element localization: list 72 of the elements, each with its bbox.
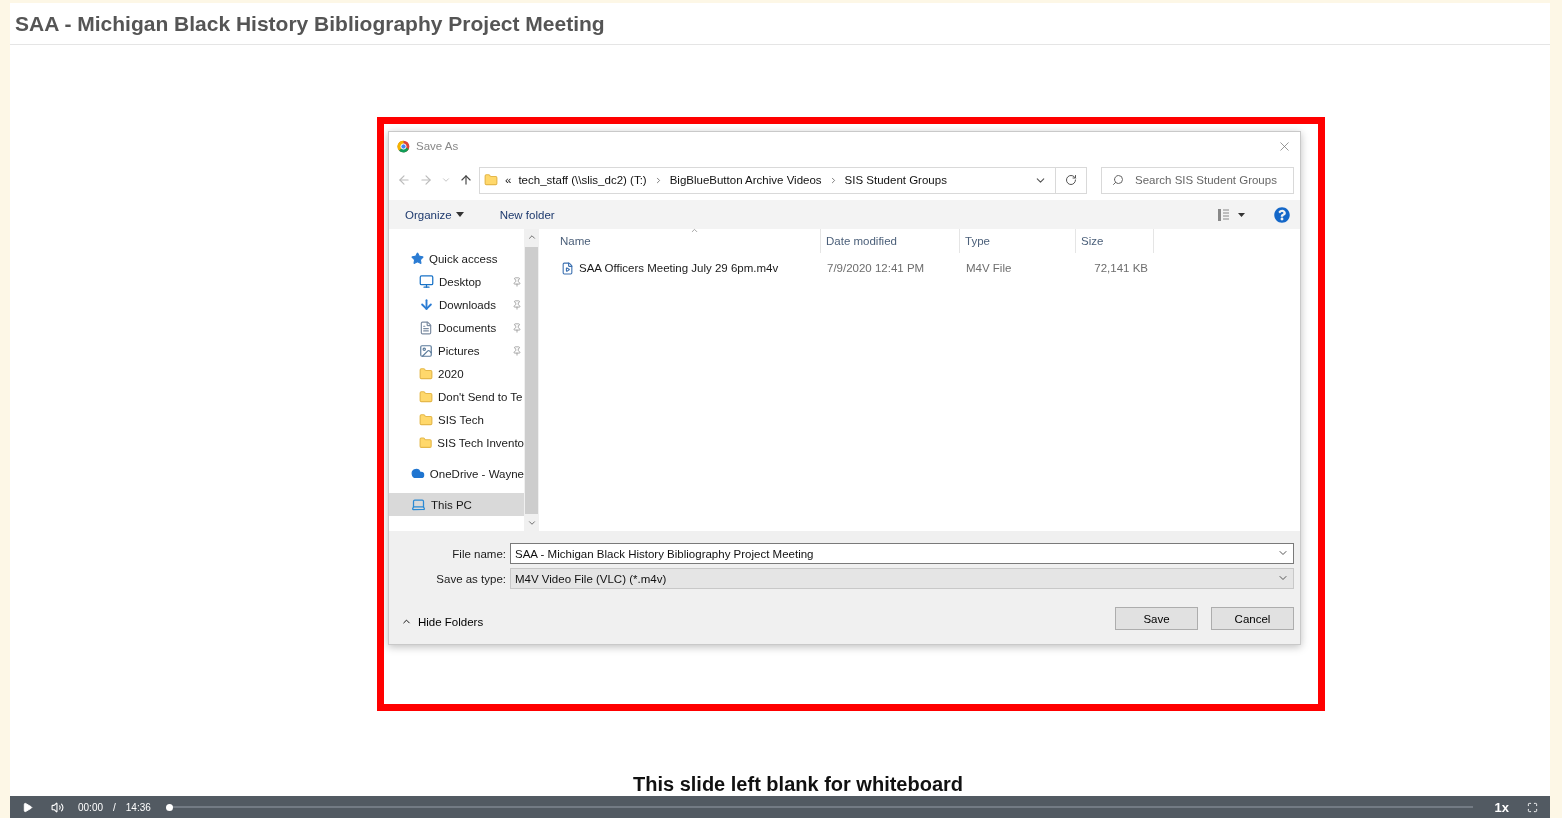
breadcrumb-item[interactable]: tech_staff (\\slis_dc2) (T:)	[518, 174, 647, 186]
folder-tree-item[interactable]: 2020	[389, 362, 524, 385]
dialog-button[interactable]: Cancel	[1211, 607, 1294, 630]
folder-tree-item[interactable]: SIS Tech Invento	[389, 431, 524, 454]
folder-tree-item[interactable]: Don't Send to Te	[389, 385, 524, 408]
dialog-title: Save As	[416, 140, 460, 152]
speed-button[interactable]: 1x	[1490, 799, 1513, 815]
video-file-icon	[561, 261, 574, 275]
column-header[interactable]: Size	[1076, 229, 1154, 253]
folder-tree-item[interactable]: This PC	[389, 493, 524, 516]
folder-icon	[419, 412, 433, 427]
scroll-down-icon[interactable]	[526, 518, 537, 528]
folder-icon	[419, 389, 433, 404]
hide-folders-button[interactable]: Hide Folders	[401, 615, 484, 628]
toolbar-button[interactable]: Organize	[401, 208, 468, 221]
fullscreen-icon	[1527, 801, 1538, 813]
cloud-icon	[411, 466, 425, 481]
refresh-icon	[1065, 174, 1077, 186]
view-options-icon[interactable]	[1218, 208, 1246, 221]
duration: 14:36	[125, 801, 151, 813]
progress-thumb[interactable]	[165, 803, 173, 811]
folder-tree-item[interactable]: Pictures	[389, 339, 524, 362]
file-name: SAA Officers Meeting July 29 6pm.m4v	[579, 262, 779, 274]
star-icon	[411, 252, 424, 265]
help-icon[interactable]	[1274, 206, 1290, 223]
folder-tree-item[interactable]: Downloads	[389, 293, 524, 316]
folder-icon	[419, 435, 433, 450]
breadcrumb-overflow[interactable]: «	[505, 174, 512, 186]
desktop-icon	[419, 274, 434, 289]
folder-icon	[484, 173, 498, 187]
document-icon	[419, 320, 433, 335]
table-cell-text: 7/9/2020 12:41 PM	[826, 261, 926, 276]
refresh-button[interactable]	[1055, 166, 1087, 194]
time-separator: /	[113, 801, 116, 813]
toolbar-button[interactable]: New folder	[495, 208, 559, 221]
dialog-button[interactable]: Save	[1115, 607, 1198, 630]
column-header[interactable]: Type	[960, 229, 1076, 253]
browser-icon	[397, 139, 410, 153]
volume-icon	[51, 800, 64, 814]
current-time: 00:00	[78, 801, 104, 813]
chevron-icon	[441, 175, 451, 185]
column-header[interactable]: Name	[555, 229, 821, 253]
scroll-up-icon[interactable]	[526, 232, 537, 242]
breadcrumb-item[interactable]: BigBlueButton Archive Videos	[669, 174, 822, 186]
file-name-field[interactable]: SAA - Michigan Black History Bibliography Project Meeting	[510, 543, 1294, 564]
breadcrumb-item[interactable]: SIS Student Groups	[844, 174, 947, 186]
folder-icon	[419, 366, 433, 381]
folder-tree-item[interactable]: Desktop	[389, 270, 524, 293]
address-bar[interactable]: « tech_staff (\\slis_dc2) (T:) BigBlueButton Archive Videos SIS Student Groups	[479, 166, 1056, 194]
play-icon	[22, 801, 33, 813]
folder-tree-item[interactable]: OneDrive - Wayne	[389, 462, 524, 485]
table-cell-text: M4V File	[965, 261, 1013, 276]
file-type-dropdown[interactable]: M4V Video File (VLC) (*.m4v)	[510, 568, 1294, 589]
folder-tree-item[interactable]: SIS Tech	[389, 408, 524, 431]
search-field[interactable]: Search SIS Student Groups	[1101, 166, 1294, 194]
picture-icon	[419, 343, 433, 358]
field-label: Save as type:	[435, 572, 507, 585]
caret-icon	[455, 212, 464, 217]
up-arrow-icon	[459, 173, 473, 187]
page-title: SAA - Michigan Black History Bibliography Project Meeting	[15, 11, 605, 36]
table-cell-text: 72,141 KB	[1093, 261, 1149, 276]
column-header[interactable]: Date modified	[821, 229, 960, 253]
download-icon	[419, 297, 434, 312]
folder-tree-item[interactable]: Quick access	[389, 247, 524, 270]
field-label: File name:	[451, 547, 507, 560]
folder-tree-item[interactable]: Documents	[389, 316, 524, 339]
computer-icon	[411, 497, 426, 512]
file-row[interactable]: SAA Officers Meeting July 29 6pm.m4v 7/9/2020 12:41 PM M4V File 72,141 KB	[555, 257, 1300, 279]
slide-caption: This slide left blank for whiteboard	[633, 773, 965, 796]
sort-icon	[690, 226, 699, 235]
search-icon	[1112, 173, 1124, 186]
scrollbar-thumb[interactable]	[525, 247, 538, 514]
